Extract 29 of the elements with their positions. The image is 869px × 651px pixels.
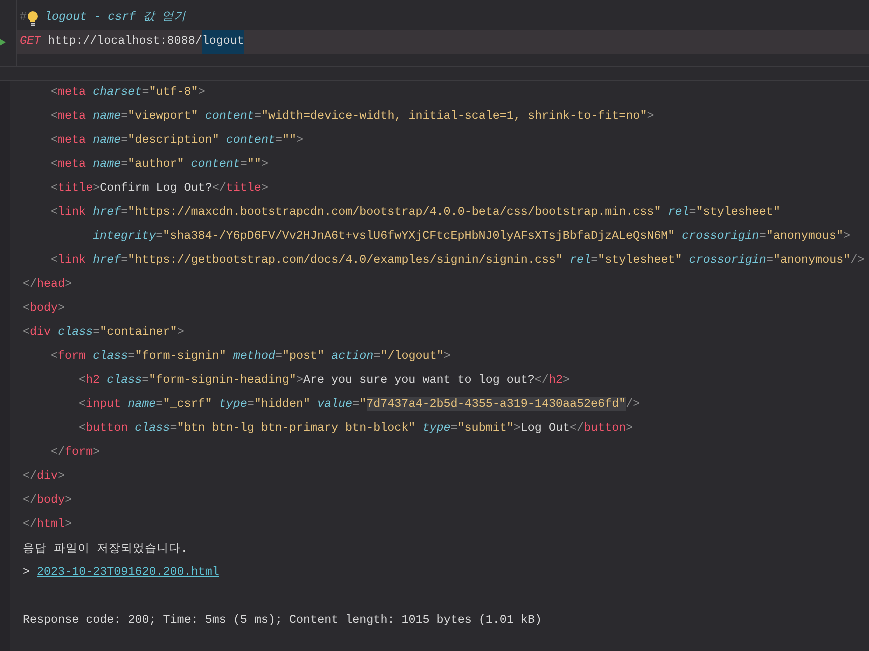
code-line: </html> [23,516,72,534]
code-line: <form class="form-signin" method="post" action="/logout"> [51,348,451,366]
code-line: <body> [23,300,66,318]
code-line: <meta name="viewport" content="width=device-width, initial-scale=1, shrink-to-fit=no"> [51,108,654,126]
response-status: Response code: 200; Time: 5ms (5 ms); Content length: 1015 bytes (1.01 kB) [23,612,542,630]
code-line: </body> [23,492,72,510]
code-line: <meta charset="utf-8"> [51,84,206,102]
code-line: <meta name="description" content=""> [51,132,304,150]
request-comment: logout - csrf 값 얻기 [45,9,186,26]
code-line: <link href="https://getbootstrap.com/docs/4.0/examples/signin/signin.css" rel="stylesheet" crossorigin="anonymous"/> [51,252,865,270]
code-line: </head> [23,276,72,294]
code-line: <meta name="author" content=""> [51,156,268,174]
code-line: integrity="sha384-/Y6pD6FV/Vv2HJnA6t+vslU6fwYXjCFtcEpHbNJ0lyAFsXTsjBbfaDjzALeQsN6M" crossorigin="anonymous"> [93,228,850,246]
code-line: <div class="container"> [23,324,184,342]
file-link[interactable]: 2023-10-23T091620.200.html [37,564,220,582]
code-line: <link href="https://maxcdn.bootstrapcdn.com/bootstrap/4.0.0-beta/css/bootstrap.min.css" rel="stylesheet" [51,204,780,222]
lightbulb-icon[interactable] [27,11,39,26]
code-line: <h2 class="form-signin-heading">Are you sure you want to log out?</h2> [79,372,570,390]
http-method: GET [20,33,42,50]
code-line: </form> [51,444,100,462]
code-line: <input name="_csrf" type="hidden" value="7d7437a4-2b5d-4355-a319-1430aa52e6fd"/> [79,396,640,414]
code-line: <button class="btn btn-lg btn-primary btn-block" type="submit">Log Out</button> [79,420,634,438]
saved-message: 응답 파일이 저장되었습니다. [23,540,188,558]
comment-marker: # [20,9,28,26]
request-url: http://localhost:8088/logout [48,30,244,54]
prompt-symbol: > [23,564,30,582]
run-icon[interactable] [0,38,6,46]
code-line: <title>Confirm Log Out?</title> [51,180,268,198]
code-line: </div> [23,468,66,486]
